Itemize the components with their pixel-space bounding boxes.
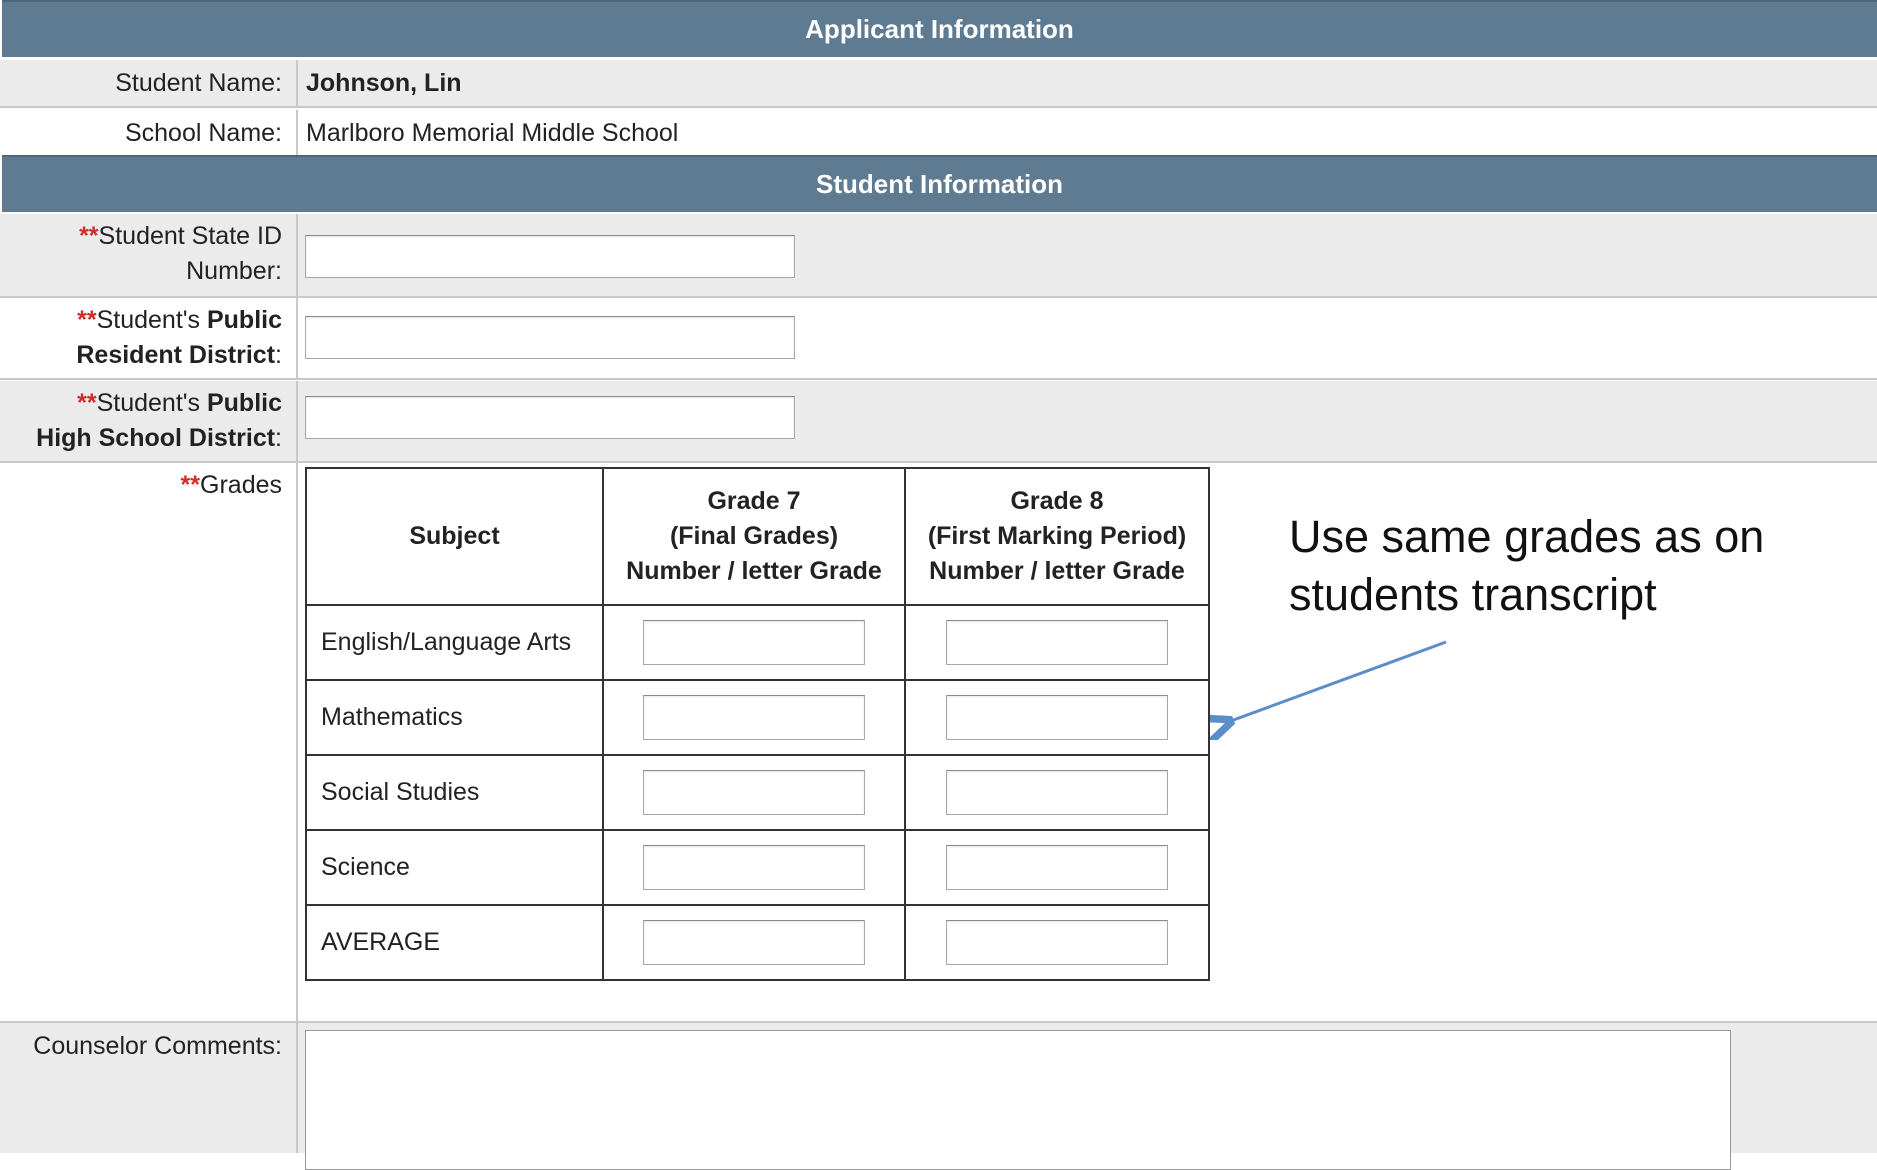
subject-column-header: Subject: [305, 467, 604, 606]
state-id-row: **Student State ID Number:: [0, 214, 1877, 298]
school-name-row: School Name: Marlboro Memorial Middle Sc…: [0, 110, 1877, 156]
table-row: AVERAGE: [305, 904, 1210, 981]
grade8-input[interactable]: [946, 920, 1168, 965]
applicant-info-title: Applicant Information: [805, 14, 1074, 44]
high-school-district-label: **Student's Public High School District:: [2, 381, 298, 461]
grades-table-header-row: Subject Grade 7 (Final Grades) Number / …: [305, 467, 1210, 606]
table-row: English/Language Arts: [305, 604, 1210, 681]
grade7-input[interactable]: [643, 845, 865, 890]
applicant-info-header: Applicant Information: [2, 0, 1877, 57]
resident-district-input[interactable]: [305, 316, 795, 359]
grade7-input[interactable]: [643, 770, 865, 815]
student-info-title: Student Information: [816, 169, 1063, 199]
state-id-input[interactable]: [305, 235, 795, 278]
annotation-arrow-icon: [1210, 640, 1447, 740]
counselor-comments-label: Counselor Comments:: [2, 1023, 298, 1153]
annotation-text: Use same grades as on students transcrip…: [1289, 511, 1765, 620]
grades-label: **Grades: [2, 463, 298, 1021]
grades-table: Subject Grade 7 (Final Grades) Number / …: [305, 467, 1210, 981]
subject-cell: Social Studies: [305, 754, 604, 831]
grade7-input[interactable]: [643, 695, 865, 740]
counselor-comments-textarea[interactable]: [305, 1030, 1731, 1170]
student-info-header: Student Information: [2, 155, 1877, 212]
student-name-value: Johnson, Lin: [306, 69, 462, 97]
student-name-row: Student Name: Johnson, Lin: [0, 60, 1877, 108]
table-row: Mathematics: [305, 679, 1210, 756]
grade8-input[interactable]: [946, 770, 1168, 815]
grade8-column-header: Grade 8 (First Marking Period) Number / …: [904, 467, 1210, 606]
grade7-column-header: Grade 7 (Final Grades) Number / letter G…: [602, 467, 906, 606]
grade8-input[interactable]: [946, 620, 1168, 665]
table-row: Social Studies: [305, 754, 1210, 831]
subject-cell: AVERAGE: [305, 904, 604, 981]
required-marker: **: [79, 222, 99, 250]
subject-cell: Mathematics: [305, 679, 604, 756]
subject-cell: English/Language Arts: [305, 604, 604, 681]
high-school-district-row: **Student's Public High School District:: [0, 381, 1877, 463]
student-name-label: Student Name:: [2, 60, 298, 106]
resident-district-row: **Student's Public Resident District:: [0, 298, 1877, 380]
grade7-input[interactable]: [643, 920, 865, 965]
school-name-label: School Name:: [2, 110, 298, 156]
resident-district-label: **Student's Public Resident District:: [2, 298, 298, 378]
table-row: Science: [305, 829, 1210, 906]
high-school-district-input[interactable]: [305, 396, 795, 439]
grade8-input[interactable]: [946, 695, 1168, 740]
state-id-label: **Student State ID Number:: [2, 214, 298, 296]
grade7-input[interactable]: [643, 620, 865, 665]
grade8-input[interactable]: [946, 845, 1168, 890]
subject-cell: Science: [305, 829, 604, 906]
